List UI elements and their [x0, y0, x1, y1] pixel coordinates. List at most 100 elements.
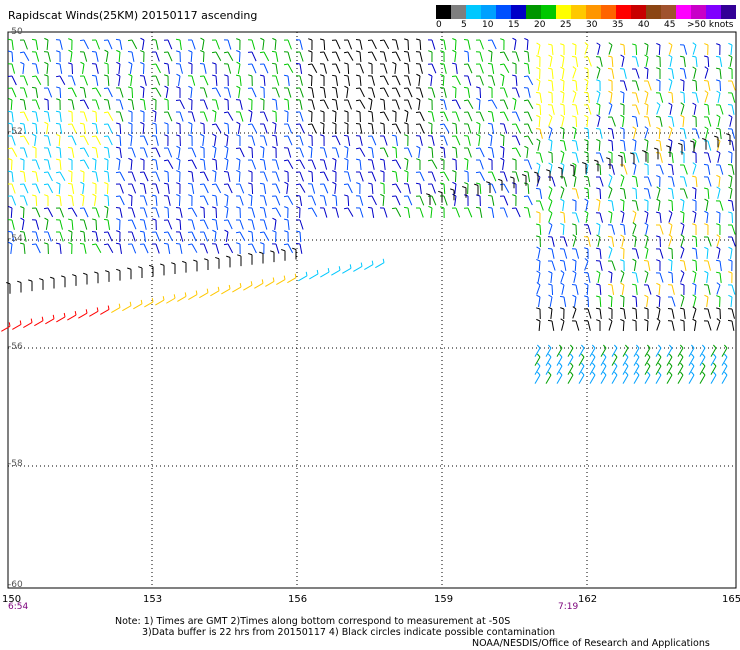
wind-barb	[119, 243, 122, 254]
wind-barb	[287, 51, 292, 62]
wind-barb	[227, 39, 232, 50]
wind-barb	[383, 159, 386, 170]
wind-barb	[11, 171, 14, 182]
wind-barb-flag	[668, 371, 673, 376]
wind-barb-flag	[79, 147, 85, 150]
wind-barb	[238, 159, 241, 170]
wind-barb-flag	[188, 49, 193, 53]
wind-barb-flag	[164, 122, 169, 125]
wind-barb	[707, 164, 711, 175]
wind-barb	[677, 356, 684, 366]
wind-barb-flag	[8, 50, 13, 53]
wind-barb	[454, 39, 457, 51]
wind-barb	[203, 183, 209, 194]
wind-barb-flag	[608, 294, 613, 298]
wind-barb	[165, 87, 169, 98]
wind-barb-flag	[572, 126, 577, 130]
wind-barb	[730, 152, 733, 164]
wind-barb	[611, 365, 618, 375]
colorbar-swatch	[481, 5, 496, 19]
wind-barb	[443, 123, 450, 133]
wind-barb	[575, 212, 580, 223]
wind-barb	[707, 80, 711, 91]
wind-barb-flag	[103, 218, 109, 221]
wind-barb	[597, 200, 601, 211]
wind-barb-flag	[211, 87, 217, 90]
wind-barb	[309, 273, 319, 280]
wind-barb	[342, 267, 352, 274]
wind-barb	[359, 51, 362, 63]
wind-barb	[227, 87, 232, 98]
wind-barb	[10, 99, 13, 111]
wind-barb-flag	[487, 146, 493, 149]
wind-barb-flag	[67, 194, 73, 197]
wind-barb	[699, 374, 706, 384]
wind-barb-flag	[463, 86, 469, 89]
wind-barb-flag	[19, 170, 25, 173]
wind-barb	[70, 51, 73, 62]
wind-barb	[405, 111, 409, 122]
wind-barb	[717, 152, 721, 163]
wind-barb	[635, 308, 638, 320]
wind-barb-flag	[55, 171, 61, 174]
wind-barb-flag	[487, 110, 493, 113]
wind-barb	[537, 164, 541, 175]
wind-barb	[466, 159, 469, 171]
wind-barb-flag	[692, 318, 697, 322]
wind-barb	[347, 75, 351, 86]
wind-barb-flag	[344, 85, 349, 89]
wind-barb-flag	[139, 98, 145, 101]
wind-barb-flag	[80, 193, 85, 197]
wind-barb-flag	[128, 61, 133, 65]
wind-barb-flag	[723, 371, 728, 376]
wind-barb-flag	[164, 170, 169, 173]
wind-barb-flag	[613, 344, 618, 349]
wind-barb-flag	[723, 362, 728, 367]
wind-barb	[11, 147, 18, 157]
wind-barb	[527, 195, 533, 206]
wind-barb-flag	[632, 210, 637, 214]
colorbar-swatch	[706, 5, 721, 19]
wind-barb-flag	[678, 142, 683, 146]
wind-barb-flag	[367, 39, 373, 42]
wind-barb	[167, 147, 173, 158]
wind-barb	[275, 159, 280, 170]
wind-barb-flag	[206, 288, 209, 293]
wind-barb-flag	[199, 158, 205, 161]
wind-barb-flag	[215, 256, 220, 260]
wind-barb	[550, 140, 553, 151]
wind-barb-flag	[619, 307, 625, 310]
wind-barb	[47, 171, 53, 182]
wind-barb-flag	[571, 103, 577, 106]
wind-barb	[107, 39, 113, 50]
wind-barb-flag	[728, 42, 733, 46]
wind-barb	[622, 200, 625, 212]
wind-barb-flag	[55, 242, 61, 245]
wind-barb-flag	[613, 353, 618, 358]
wind-barb	[527, 63, 530, 74]
wind-barb	[251, 123, 258, 134]
wind-barb	[190, 87, 193, 98]
wind-barb	[598, 140, 601, 152]
wind-barb	[646, 44, 649, 55]
wind-barb-flag	[644, 42, 649, 46]
wind-barb-flag	[182, 260, 187, 264]
wind-barb-flag	[260, 37, 265, 41]
wind-barb-flag	[355, 50, 361, 53]
wind-barb	[23, 195, 28, 206]
wind-barb	[383, 123, 386, 135]
wind-barb	[704, 68, 709, 79]
note-line: 3)Data buffer is 22 hrs from 20150117 4)…	[142, 627, 556, 638]
wind-barb-flag	[608, 270, 613, 274]
wind-barb	[706, 296, 709, 307]
wind-barb	[611, 56, 614, 68]
colorbar-swatch	[691, 5, 706, 19]
wind-barb	[178, 147, 181, 158]
wind-barb	[215, 123, 222, 133]
wind-barb-flag	[115, 146, 121, 149]
wind-barb-flag	[403, 206, 409, 209]
wind-barb	[274, 219, 277, 230]
wind-barb	[227, 219, 233, 230]
wind-barb-flag	[176, 194, 181, 197]
wind-barb	[70, 231, 73, 243]
